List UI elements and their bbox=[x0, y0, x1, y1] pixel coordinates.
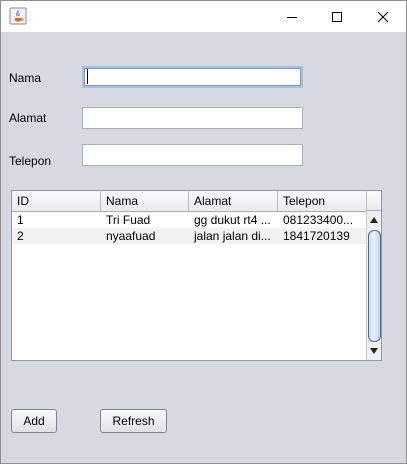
java-app-icon bbox=[9, 7, 27, 25]
telepon-field[interactable] bbox=[82, 144, 303, 166]
add-button[interactable]: Add bbox=[11, 409, 57, 433]
triangle-down-icon bbox=[370, 348, 378, 354]
close-icon bbox=[377, 11, 389, 22]
nama-label: Nama bbox=[9, 71, 42, 85]
table-cell-nama: nyaafuad bbox=[106, 229, 156, 243]
table-cell-alamat: gg dukut rt4 ... bbox=[194, 213, 271, 227]
minimize-icon bbox=[287, 16, 297, 18]
column-header-id[interactable]: ID bbox=[12, 191, 101, 211]
text-caret bbox=[87, 69, 88, 84]
vertical-scrollbar[interactable] bbox=[366, 211, 381, 360]
triangle-up-icon bbox=[370, 217, 378, 223]
scroll-up-button[interactable] bbox=[367, 213, 381, 227]
main-window: Nama Alamat Telepon ID Nama Alamat Telep… bbox=[0, 0, 407, 464]
table-cell-id: 2 bbox=[17, 229, 24, 243]
table-row[interactable]: 1 Tri Fuad gg dukut rt4 ... 081233400... bbox=[12, 212, 367, 228]
column-header-nama[interactable]: Nama bbox=[101, 191, 189, 211]
table-cell-id: 1 bbox=[17, 213, 24, 227]
table-cell-nama: Tri Fuad bbox=[106, 213, 151, 227]
alamat-field[interactable] bbox=[82, 107, 303, 129]
scrollbar-thumb[interactable] bbox=[368, 230, 381, 342]
table-row[interactable]: 2 nyaafuad jalan jalan di... 1841720139 bbox=[12, 228, 367, 244]
maximize-button[interactable] bbox=[314, 1, 360, 32]
table-header: ID Nama Alamat Telepon bbox=[12, 191, 367, 212]
nama-field[interactable] bbox=[82, 66, 303, 88]
maximize-icon bbox=[332, 11, 342, 22]
column-header-telepon[interactable]: Telepon bbox=[278, 191, 367, 211]
data-table[interactable]: ID Nama Alamat Telepon 1 Tri Fuad gg duk… bbox=[11, 190, 382, 361]
table-header-corner bbox=[366, 191, 381, 211]
alamat-label: Alamat bbox=[9, 111, 47, 125]
telepon-label: Telepon bbox=[9, 154, 52, 168]
minimize-button[interactable] bbox=[269, 1, 315, 32]
scroll-down-button[interactable] bbox=[367, 344, 381, 358]
table-cell-telepon: 081233400... bbox=[283, 213, 354, 227]
title-bar[interactable] bbox=[1, 1, 406, 32]
table-cell-alamat: jalan jalan di... bbox=[194, 229, 271, 243]
refresh-button[interactable]: Refresh bbox=[100, 409, 167, 433]
column-header-alamat[interactable]: Alamat bbox=[189, 191, 278, 211]
close-button[interactable] bbox=[360, 1, 406, 32]
table-cell-telepon: 1841720139 bbox=[283, 229, 350, 243]
